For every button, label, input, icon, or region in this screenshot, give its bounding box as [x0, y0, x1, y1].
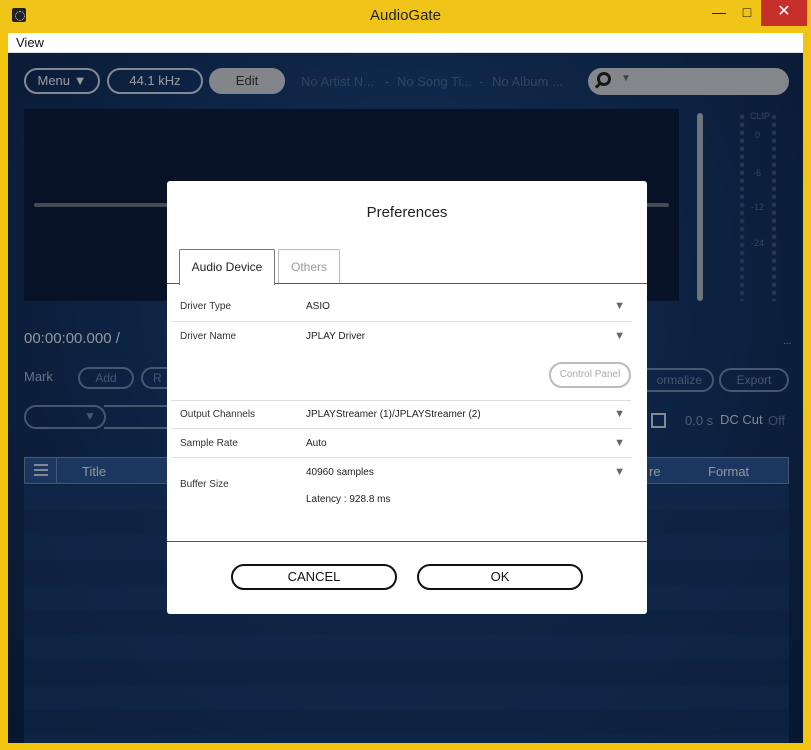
sample-rate-row[interactable]: Sample Rate Auto ▼ — [171, 429, 631, 458]
driver-type-value[interactable]: ASIO — [306, 301, 330, 312]
sample-rate-label: Sample Rate — [180, 438, 238, 449]
dialog-title: Preferences — [366, 204, 448, 221]
app-client-area: Menu ▼ 44.1 kHz Edit No Artist N... - No… — [8, 53, 803, 743]
buffer-size-value[interactable]: 40960 samples — [306, 467, 374, 478]
output-channels-row[interactable]: Output Channels JPLAYStreamer (1)/JPLAYS… — [171, 400, 631, 429]
driver-name-row[interactable]: Driver Name JPLAY Driver ▼ — [171, 322, 631, 351]
chevron-down-icon[interactable]: ▼ — [614, 408, 625, 420]
close-button[interactable]: ✕ — [761, 0, 807, 26]
menu-bar: View — [8, 33, 803, 53]
latency-readout: Latency : 928.8 ms — [306, 494, 391, 505]
chevron-down-icon[interactable]: ▼ — [614, 466, 625, 478]
control-panel-button[interactable]: Control Panel — [549, 362, 631, 388]
tab-others[interactable]: Others — [278, 249, 340, 284]
menu-view[interactable]: View — [16, 35, 44, 50]
title-bar: AudioGate — □ ✕ — [0, 0, 811, 32]
chevron-down-icon[interactable]: ▼ — [614, 300, 625, 312]
buffer-size-row[interactable]: Buffer Size 40960 samples ▼ — [171, 458, 631, 518]
buffer-size-label: Buffer Size — [180, 479, 229, 490]
window-title: AudioGate — [370, 7, 441, 24]
minimize-button[interactable]: — — [705, 0, 733, 26]
output-channels-value[interactable]: JPLAYStreamer (1)/JPLAYStreamer (2) — [306, 409, 481, 420]
driver-type-label: Driver Type — [180, 301, 231, 312]
preferences-dialog: Preferences Audio Device Others Driver T… — [167, 181, 647, 614]
divider — [167, 541, 647, 542]
sample-rate-value[interactable]: Auto — [306, 438, 327, 449]
chevron-down-icon[interactable]: ▼ — [614, 330, 625, 342]
cancel-button[interactable]: CANCEL — [231, 564, 397, 590]
chevron-down-icon[interactable]: ▼ — [614, 437, 625, 449]
ok-button[interactable]: OK — [417, 564, 583, 590]
tab-audio-device[interactable]: Audio Device — [179, 249, 275, 285]
output-channels-label: Output Channels — [180, 409, 256, 420]
driver-name-value[interactable]: JPLAY Driver — [306, 331, 365, 342]
driver-name-label: Driver Name — [180, 331, 237, 342]
driver-type-row[interactable]: Driver Type ASIO ▼ — [171, 292, 631, 322]
maximize-button[interactable]: □ — [733, 0, 761, 26]
